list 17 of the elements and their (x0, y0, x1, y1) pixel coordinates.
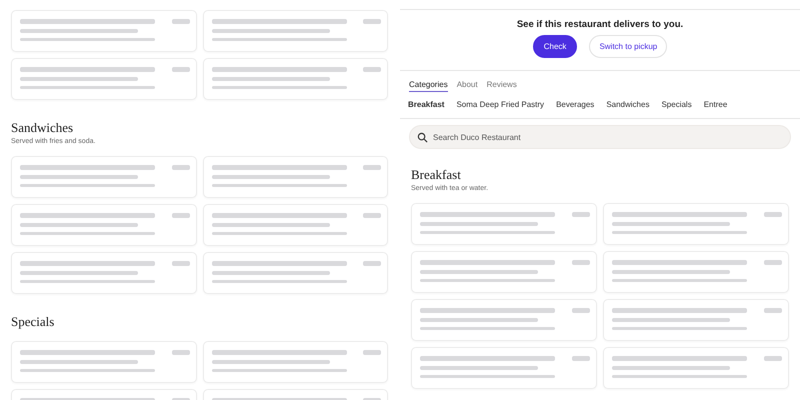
check-button[interactable]: Check (532, 35, 578, 58)
pickup-button[interactable]: Switch to pickup (589, 35, 668, 58)
tab[interactable]: Reviews (486, 80, 517, 92)
category-link[interactable]: Breakfast (408, 100, 444, 109)
section-title: Breakfast (411, 167, 462, 183)
category-link[interactable]: Specials (661, 100, 692, 109)
search-field[interactable]: Search Duco Restaurant (409, 125, 791, 149)
category-link[interactable]: Soma Deep Fried Pastry (456, 100, 544, 109)
search-icon (417, 132, 428, 143)
section-title: Specials (11, 314, 56, 330)
category-link[interactable]: Sandwiches (606, 100, 650, 109)
tab[interactable]: Categories (409, 80, 448, 92)
tab[interactable]: About (456, 80, 478, 92)
category-link[interactable]: Beverages (556, 100, 594, 109)
section-title: Sandwiches (11, 120, 74, 136)
category-link[interactable]: Entree (704, 100, 728, 109)
delivery-prompt: See if this restaurant delivers to you. (516, 19, 684, 30)
